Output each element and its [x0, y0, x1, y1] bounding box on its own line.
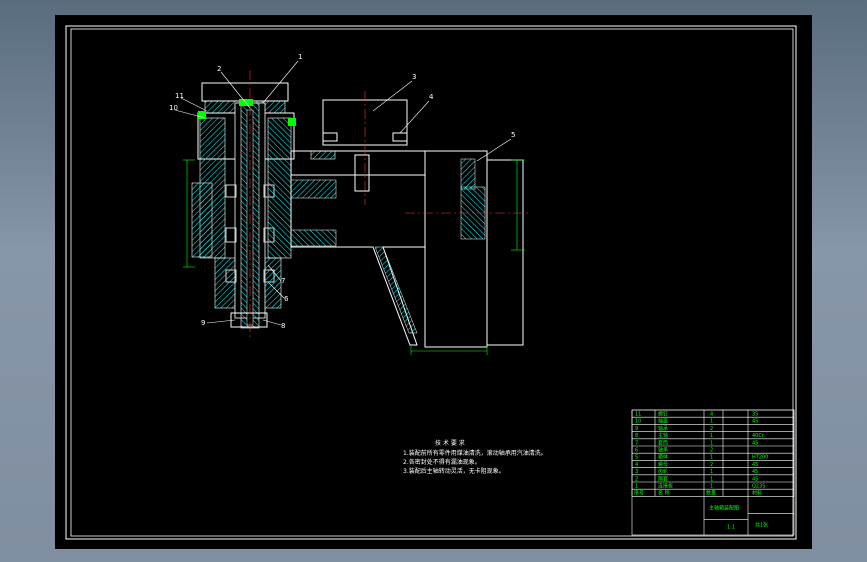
- part-label: 4: [429, 93, 434, 101]
- title-block: 11 螺钉 4 3510 端盖 1 459 轴承 28 主轴 1 40Cr7 套筒 1 456 轴承 25 箱体 1…: [631, 409, 795, 536]
- parts-row-material: HT200: [752, 455, 768, 461]
- parts-row-material: 45: [752, 476, 758, 482]
- shaft-block: [354, 154, 370, 192]
- drawing-scale: 1:1: [727, 524, 735, 530]
- mounting-bracket: [405, 150, 530, 348]
- parts-row-qty: 1: [710, 469, 713, 475]
- part-label: 7: [281, 277, 285, 285]
- part-label: 2: [217, 65, 221, 73]
- parts-row-material: Q235: [752, 484, 765, 490]
- parts-header-material: 材料: [752, 490, 762, 497]
- parts-row-qty: 2: [710, 448, 713, 454]
- parts-row-qty: 1: [710, 433, 713, 439]
- parts-row-qty: 4: [710, 412, 713, 418]
- flange-left: [191, 182, 213, 258]
- parts-row-material: 45: [752, 462, 758, 468]
- gearbox-arm: [290, 91, 426, 346]
- parts-row-number: 4: [635, 462, 638, 468]
- drawing-name: 主轴箱装配图: [709, 504, 739, 511]
- parts-row-name: 端盖: [658, 418, 668, 425]
- bolt-head-right: [288, 118, 296, 126]
- bearing-upper-left: [225, 184, 237, 198]
- parts-row-number: 8: [635, 433, 638, 439]
- parts-header-qty: 数量: [706, 490, 716, 497]
- parts-row-number: 11: [635, 412, 641, 418]
- parts-row-name: 隔套: [658, 475, 668, 482]
- part-label: 5: [511, 131, 515, 139]
- parts-row-qty: 1: [710, 440, 713, 446]
- tech-req-line: 3.装配后主轴转动灵活，无卡阻现象。: [403, 467, 505, 475]
- spindle-housing: [191, 70, 296, 340]
- part-label: 11: [175, 92, 184, 100]
- top-cap: [201, 82, 289, 102]
- parts-row-name: 齿轮: [658, 468, 668, 475]
- assembly-drawing: 1 2 3 4 5 6 7 8 9 10 11 技 术 要 求 1.装配前所有零…: [65, 25, 797, 540]
- tech-requirements: 技 术 要 求 1.装配前所有零件用煤油清洗，滚动轴承用汽油清洗。 2.各密封处…: [403, 439, 547, 475]
- arm-web-upper: [290, 179, 337, 199]
- parts-header-number: 序号: [634, 490, 644, 497]
- parts-row-qty: 2: [710, 462, 713, 468]
- parts-row-name: 箱体: [658, 454, 668, 461]
- part-label: 9: [201, 319, 205, 327]
- cad-viewport[interactable]: 1 2 3 4 5 6 7 8 9 10 11 技 术 要 求 1.装配前所有零…: [55, 15, 812, 549]
- bearing-lower-left: [225, 227, 237, 243]
- parts-row-qty: 1: [710, 455, 713, 461]
- parts-row-number: 9: [635, 426, 638, 432]
- parts-header-name: 名 称: [658, 490, 670, 497]
- parts-row-name: 主轴: [658, 432, 668, 439]
- parts-row-name: 轴承: [658, 447, 668, 454]
- nut-green: [239, 99, 253, 106]
- tech-req-line: 2.各密封处不得有漏油现象。: [403, 458, 481, 466]
- parts-row-name: 螺钉: [658, 411, 668, 418]
- drawing-sheet: 共1张: [755, 521, 768, 528]
- parts-row-qty: 1: [710, 476, 713, 482]
- parts-row-material: 45: [752, 440, 758, 446]
- part-label: 10: [169, 104, 178, 112]
- part-label: 3: [412, 73, 416, 81]
- arm-rib-hatch: [374, 246, 418, 334]
- part-label: 1: [298, 53, 302, 61]
- part-label: 6: [284, 295, 289, 303]
- parts-row-name: 螺母: [658, 461, 668, 468]
- bracket-flange: [424, 150, 488, 348]
- gear-key-right: [392, 132, 408, 142]
- housing-right-wall: [267, 117, 292, 259]
- parts-row-material: 40Cr: [752, 433, 765, 439]
- part-label: 8: [281, 322, 285, 330]
- parts-row-qty: 2: [710, 426, 713, 432]
- tech-req-title: 技 术 要 求: [435, 439, 465, 447]
- parts-row-material: 45: [752, 419, 758, 425]
- parts-row-number: 1: [635, 484, 638, 490]
- tech-req-line: 1.装配前所有零件用煤油清洗，滚动轴承用汽油清洗。: [403, 449, 547, 457]
- parts-row-number: 7: [635, 440, 638, 446]
- parts-row-number: 10: [635, 419, 641, 425]
- bracket-hatch-top: [460, 158, 476, 190]
- parts-row-qty: 1: [710, 484, 713, 490]
- parts-row-material: 35: [752, 412, 758, 418]
- parts-row-number: 5: [635, 455, 638, 461]
- parts-row-material: 45: [752, 469, 758, 475]
- parts-row-qty: 1: [710, 419, 713, 425]
- parts-row-number: 3: [635, 469, 638, 475]
- bracket-plate: [486, 159, 524, 346]
- parts-row-name: 连接板: [658, 483, 673, 490]
- arm-web-lower: [290, 229, 337, 247]
- parts-row-number: 6: [635, 448, 638, 454]
- arm-clamp: [310, 150, 336, 160]
- parts-row-number: 2: [635, 476, 638, 482]
- parts-row-name: 轴承: [658, 425, 668, 432]
- parts-row-name: 套筒: [658, 439, 668, 446]
- gear-key-left: [322, 132, 338, 142]
